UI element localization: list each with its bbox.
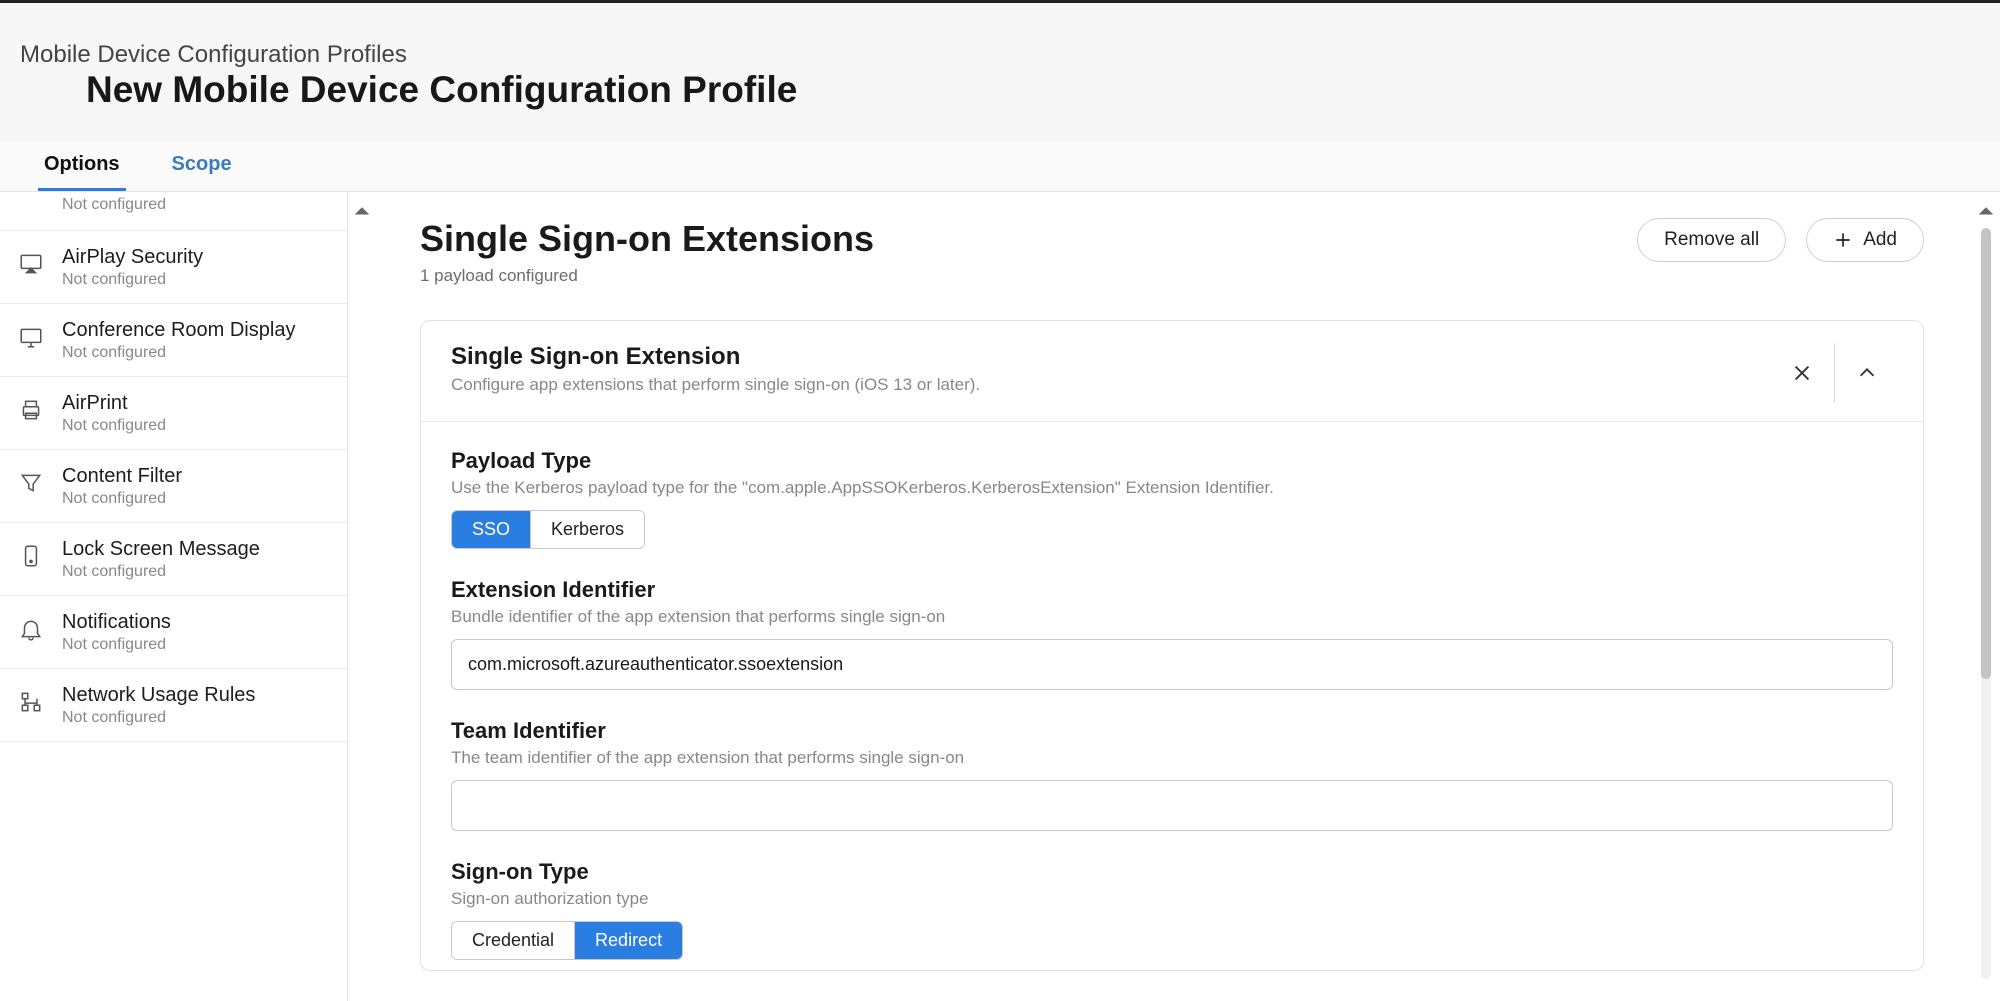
- network-icon: [18, 689, 44, 715]
- sidebar-item-sub: Not configured: [62, 271, 203, 289]
- scrollbar-thumb[interactable]: [1981, 228, 1991, 679]
- field-title: Sign-on Type: [451, 859, 1893, 885]
- payload-type-segmented: SSO Kerberos: [451, 510, 645, 549]
- remove-all-label: Remove all: [1664, 229, 1759, 251]
- field-payload-type: Payload Type Use the Kerberos payload ty…: [451, 448, 1893, 549]
- add-button[interactable]: Add: [1806, 218, 1924, 262]
- tab-strip: Options Scope: [0, 141, 2000, 192]
- sidebar-item-conference-room[interactable]: Conference Room Display Not configured: [0, 304, 347, 377]
- sidebar-item-label: AirPlay Security: [62, 245, 203, 269]
- field-title: Team Identifier: [451, 718, 1893, 744]
- sidebar-item-airprint[interactable]: AirPrint Not configured: [0, 377, 347, 450]
- card-subtitle: Configure app extensions that perform si…: [451, 375, 980, 395]
- sidebar-item-label: Lock Screen Message: [62, 537, 260, 561]
- sidebar-item-sub: Not configured: [62, 490, 182, 508]
- sidebar-item-label: Conference Room Display: [62, 318, 295, 342]
- sidebar-item-sub: Not configured: [62, 709, 255, 727]
- filter-icon: [18, 470, 44, 496]
- field-extension-identifier: Extension Identifier Bundle identifier o…: [451, 577, 1893, 690]
- section-title: Single Sign-on Extensions: [420, 218, 874, 260]
- bell-icon: [18, 616, 44, 642]
- sso-extension-card: Single Sign-on Extension Configure app e…: [420, 320, 1924, 971]
- sidebar-item-airplay-prev[interactable]: Not configured: [0, 192, 347, 231]
- payload-type-sso[interactable]: SSO: [452, 511, 530, 548]
- close-icon: [1791, 362, 1813, 384]
- field-help: The team identifier of the app extension…: [451, 748, 1893, 768]
- sidebar-item-sub: Not configured: [62, 196, 166, 214]
- conference-room-icon: [18, 324, 44, 350]
- field-title: Payload Type: [451, 448, 1893, 474]
- sidebar-item-network-usage[interactable]: Network Usage Rules Not configured: [0, 669, 347, 742]
- sidebar-item-sub: Not configured: [62, 636, 171, 654]
- extension-identifier-input[interactable]: [451, 639, 1893, 690]
- divider: [1834, 343, 1835, 403]
- sidebar-item-sub: Not configured: [62, 563, 260, 581]
- signon-type-credential[interactable]: Credential: [452, 922, 574, 959]
- collapse-button[interactable]: [1841, 347, 1893, 399]
- plus-icon: [1833, 230, 1853, 250]
- main-scrollbar[interactable]: [1972, 192, 2000, 1001]
- remove-payload-button[interactable]: [1776, 347, 1828, 399]
- tab-scope[interactable]: Scope: [166, 141, 238, 191]
- remove-all-button[interactable]: Remove all: [1637, 218, 1786, 262]
- section-subtitle: 1 payload configured: [420, 266, 874, 286]
- field-help: Use the Kerberos payload type for the "c…: [451, 478, 1893, 498]
- tab-options[interactable]: Options: [38, 141, 126, 191]
- sidebar-item-label: Notifications: [62, 610, 171, 634]
- sidebar-item-content-filter[interactable]: Content Filter Not configured: [0, 450, 347, 523]
- payload-sidebar: Not configured AirPlay Security Not conf…: [0, 192, 348, 1001]
- sidebar-item-label: Content Filter: [62, 464, 182, 488]
- sidebar-item-notifications[interactable]: Notifications Not configured: [0, 596, 347, 669]
- sidebar-item-airplay-security[interactable]: AirPlay Security Not configured: [0, 231, 347, 304]
- lock-screen-icon: [18, 543, 44, 569]
- airprint-icon: [18, 397, 44, 423]
- signon-type-redirect[interactable]: Redirect: [574, 922, 682, 959]
- field-title: Extension Identifier: [451, 577, 1893, 603]
- field-help: Sign-on authorization type: [451, 889, 1893, 909]
- sidebar-item-sub: Not configured: [62, 417, 166, 435]
- airplay-icon: [18, 194, 44, 220]
- scrollbar-track[interactable]: [1981, 228, 1991, 979]
- add-label: Add: [1863, 229, 1897, 251]
- airplay-security-icon: [18, 251, 44, 277]
- payload-type-kerberos[interactable]: Kerberos: [530, 511, 644, 548]
- field-help: Bundle identifier of the app extension t…: [451, 607, 1893, 627]
- sidebar-item-label: AirPrint: [62, 391, 166, 415]
- card-title: Single Sign-on Extension: [451, 343, 980, 371]
- page-title: New Mobile Device Configuration Profile: [86, 69, 1980, 111]
- sidebar-item-label: Network Usage Rules: [62, 683, 255, 707]
- scroll-up-icon: [1979, 204, 1993, 218]
- signon-type-segmented: Credential Redirect: [451, 921, 683, 960]
- team-identifier-input[interactable]: [451, 780, 1893, 831]
- sidebar-item-lock-screen[interactable]: Lock Screen Message Not configured: [0, 523, 347, 596]
- sidebar-scroll-up[interactable]: [348, 192, 376, 1001]
- sidebar-item-sub: Not configured: [62, 344, 295, 362]
- chevron-up-icon: [1856, 362, 1878, 384]
- field-signon-type: Sign-on Type Sign-on authorization type …: [451, 859, 1893, 960]
- field-team-identifier: Team Identifier The team identifier of t…: [451, 718, 1893, 831]
